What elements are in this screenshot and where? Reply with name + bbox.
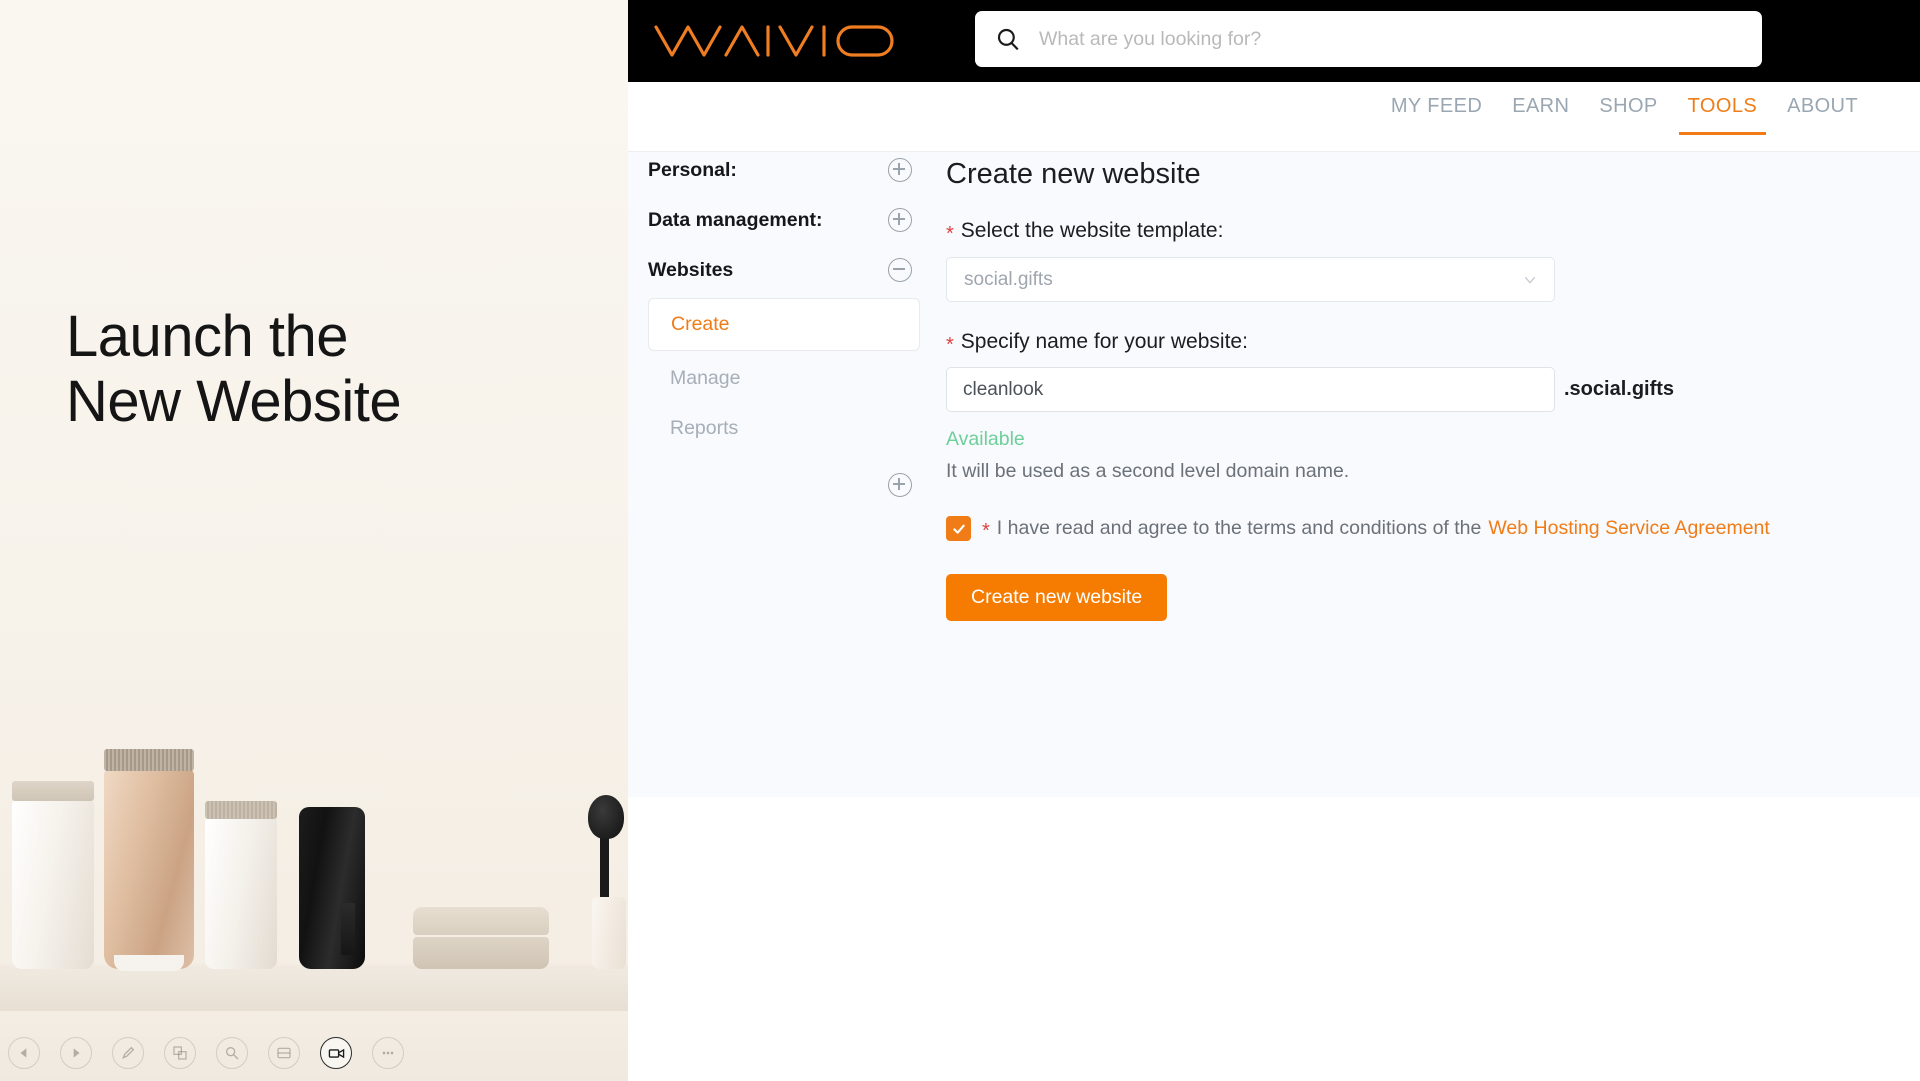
layers-icon[interactable] [164, 1037, 196, 1069]
plus-circle-icon[interactable] [888, 158, 912, 182]
template-select[interactable]: social.gifts [946, 257, 1555, 302]
product-tube-gold [104, 749, 194, 971]
sidebar-group-websites[interactable]: Websites [648, 252, 920, 288]
nav-item-earn[interactable]: EARN [1503, 82, 1578, 135]
window-icon[interactable] [268, 1037, 300, 1069]
sidebar-group-personal[interactable]: Personal: [648, 152, 920, 188]
more-icon[interactable] [372, 1037, 404, 1069]
nav-item-tools[interactable]: TOOLS [1678, 82, 1767, 135]
main-nav: MY FEED EARN SHOP TOOLS ABOUT [628, 82, 1920, 152]
nav-item-about[interactable]: ABOUT [1778, 82, 1867, 135]
content-area: Personal: Data management: Websites Crea… [628, 152, 1920, 797]
product-jar [413, 907, 549, 969]
sidebar-item-manage[interactable]: Manage [648, 355, 920, 401]
product-tube-white-1 [12, 781, 94, 969]
tools-sidebar: Personal: Data management: Websites Crea… [648, 152, 920, 497]
app-header [628, 0, 1920, 82]
required-asterisk: * [982, 520, 990, 542]
sidebar-group-websites-label: Websites [648, 258, 734, 281]
chevron-down-icon [1522, 272, 1538, 288]
terms-text: * I have read and agree to the terms and… [982, 517, 1770, 542]
plus-circle-icon[interactable] [888, 473, 912, 497]
pen-icon[interactable] [112, 1037, 144, 1069]
video-camera-icon[interactable] [320, 1037, 352, 1069]
name-label-text: Specify name for your website: [960, 330, 1248, 353]
name-input-row: .social.gifts [946, 367, 1896, 412]
create-website-form: Create new website * Select the website … [946, 152, 1896, 621]
template-select-value: social.gifts [964, 268, 1053, 290]
terms-static-text: I have read and agree to the terms and c… [996, 517, 1482, 539]
name-field-label: * Specify name for your website: [946, 330, 1896, 356]
domain-hint: It will be used as a second level domain… [946, 460, 1350, 482]
waivio-logo[interactable] [650, 18, 900, 64]
waivio-app: MY FEED EARN SHOP TOOLS ABOUT Personal: … [628, 0, 1920, 1081]
search-input[interactable] [1037, 10, 1762, 68]
hero-title: Launch the New Website [66, 304, 402, 434]
website-name-input[interactable] [946, 367, 1555, 412]
product-black-cylinder [299, 807, 365, 969]
plus-circle-icon[interactable] [888, 208, 912, 232]
sidebar-item-reports[interactable]: Reports [648, 405, 920, 451]
required-asterisk: * [946, 223, 954, 245]
domain-suffix: .social.gifts [1564, 378, 1675, 400]
product-tube-white-2 [205, 801, 277, 969]
availability-status: Available [946, 428, 1025, 450]
required-asterisk: * [946, 334, 954, 356]
product-applicator [588, 795, 626, 969]
minus-circle-icon[interactable] [888, 258, 912, 282]
sidebar-group-data-management[interactable]: Data management: [648, 202, 920, 238]
terms-row: * I have read and agree to the terms and… [946, 516, 1896, 541]
left-preview-panel: Launch the New Website [0, 0, 628, 1081]
search-icon [995, 26, 1021, 52]
web-hosting-service-agreement-link[interactable]: Web Hosting Service Agreement [1488, 517, 1769, 540]
sidebar-group-data-management-label: Data management: [648, 208, 823, 231]
nav-item-shop[interactable]: SHOP [1590, 82, 1666, 135]
search-bar[interactable] [975, 10, 1762, 68]
sidebar-item-create[interactable]: Create [648, 298, 920, 351]
template-label-text: Select the website template: [960, 219, 1224, 242]
page-title: Create new website [946, 158, 1201, 190]
play-icon[interactable] [60, 1037, 92, 1069]
sidebar-group-personal-label: Personal: [648, 158, 737, 181]
preview-toolbar [0, 1025, 628, 1081]
sidebar-footer [648, 473, 920, 497]
back-icon[interactable] [8, 1037, 40, 1069]
shelf-surface [0, 969, 628, 1011]
screen: Launch the New Website What are you look… [0, 0, 1920, 1081]
create-new-website-button[interactable]: Create new website [946, 574, 1168, 621]
magnifier-icon[interactable] [216, 1037, 248, 1069]
template-field-label: * Select the website template: [946, 219, 1896, 245]
terms-checkbox[interactable] [946, 516, 971, 541]
nav-item-my-feed[interactable]: MY FEED [1382, 82, 1491, 135]
